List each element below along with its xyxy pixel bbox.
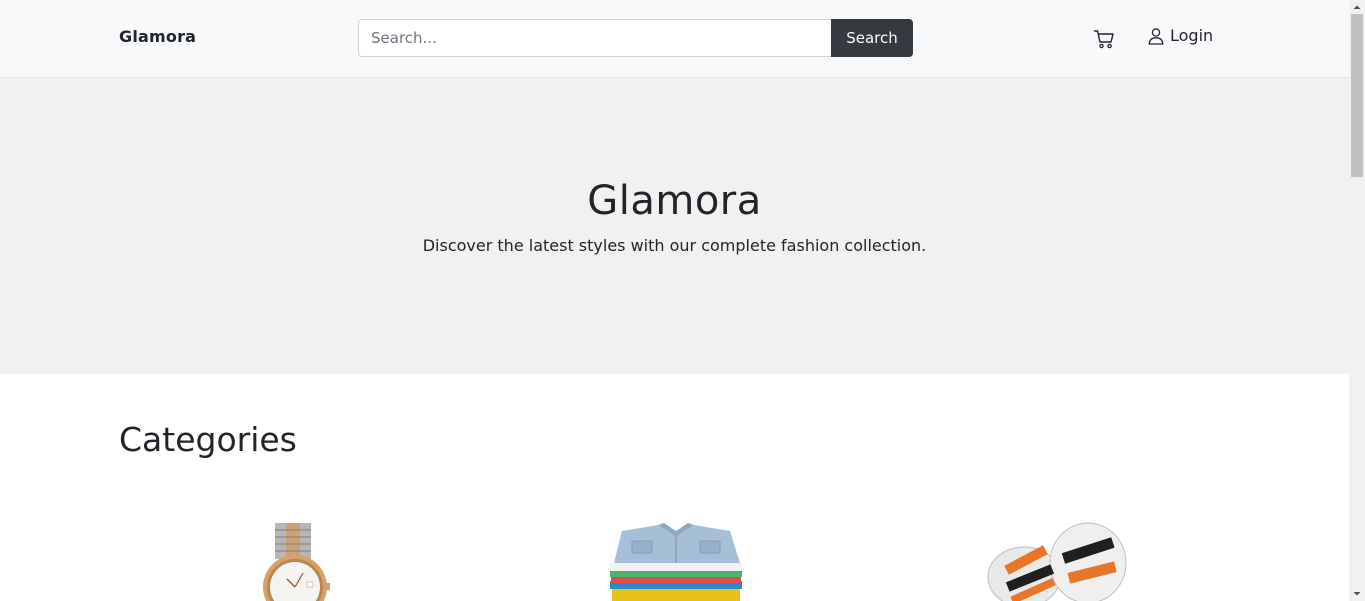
clothing-image [610, 523, 742, 601]
hero-title: Glamora [587, 178, 762, 224]
vertical-scrollbar[interactable] [1349, 0, 1365, 601]
cart-icon [1093, 30, 1114, 49]
scroll-up-arrow-icon[interactable] [1349, 0, 1365, 14]
hero-subtitle: Discover the latest styles with our comp… [422, 236, 927, 255]
search-form: Search [358, 19, 913, 57]
user-icon [1148, 27, 1164, 45]
login-link[interactable]: Login [1148, 26, 1213, 45]
cart-link[interactable] [1093, 28, 1117, 50]
category-card-watch[interactable] [215, 515, 375, 601]
page: Glamora Search Login Glamora Discover th… [0, 0, 1349, 601]
scroll-down-arrow-icon[interactable] [1349, 587, 1365, 601]
navbar: Glamora Search Login [0, 0, 1349, 78]
search-button[interactable]: Search [831, 19, 913, 57]
brand-link[interactable]: Glamora [119, 27, 196, 46]
search-input[interactable] [358, 19, 831, 57]
scrollbar-thumb[interactable] [1351, 14, 1363, 177]
category-card-shoes[interactable] [976, 515, 1136, 601]
shoes-image [987, 522, 1127, 601]
categories-heading: Categories [119, 420, 297, 459]
watch-image [263, 523, 330, 601]
login-label: Login [1170, 26, 1214, 45]
hero-banner: Glamora Discover the latest styles with … [0, 78, 1349, 374]
category-card-clothing[interactable] [596, 515, 756, 601]
